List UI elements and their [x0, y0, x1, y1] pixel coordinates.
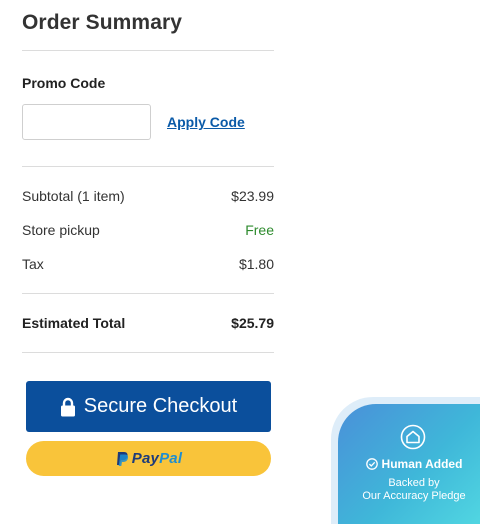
- check-circle-icon: [365, 458, 378, 470]
- store-pickup-label: Store pickup: [22, 222, 100, 238]
- badge-line-1: Backed by: [388, 477, 440, 489]
- divider: [22, 50, 274, 51]
- divider: [22, 166, 274, 167]
- lock-icon: [60, 397, 75, 416]
- badge-line-2: Our Accuracy Pledge: [362, 490, 466, 502]
- subtotal-label: Subtotal (1 item): [22, 188, 125, 204]
- apply-code-link[interactable]: Apply Code: [167, 114, 245, 130]
- house-icon: [400, 424, 426, 450]
- estimated-total-value: $25.79: [231, 315, 274, 331]
- divider: [22, 352, 274, 353]
- paypal-button[interactable]: PayPal: [26, 441, 271, 476]
- badge-title-row: Human Added: [338, 457, 480, 471]
- secure-checkout-button[interactable]: Secure Checkout: [26, 381, 271, 432]
- badge-title: Human Added: [381, 457, 463, 471]
- accuracy-pledge-badge[interactable]: Human Added Backed by Our Accuracy Pledg…: [338, 404, 480, 524]
- paypal-wordmark: PayPal: [132, 450, 182, 467]
- promo-code-input[interactable]: [22, 104, 151, 140]
- subtotal-value: $23.99: [231, 188, 274, 204]
- estimated-total-row: Estimated Total $25.79: [22, 313, 274, 333]
- promo-code-label: Promo Code: [22, 75, 106, 91]
- badge-subtitle: Backed by Our Accuracy Pledge: [338, 477, 480, 503]
- order-summary-title: Order Summary: [22, 11, 183, 34]
- estimated-total-label: Estimated Total: [22, 315, 126, 331]
- paypal-logo-icon: [116, 451, 128, 466]
- secure-checkout-label: Secure Checkout: [83, 395, 238, 417]
- tax-row: Tax $1.80: [22, 254, 274, 274]
- tax-label: Tax: [22, 256, 44, 272]
- store-pickup-value: Free: [245, 222, 274, 238]
- store-pickup-row: Store pickup Free: [22, 220, 274, 240]
- paypal-pal-text: Pal: [159, 450, 183, 467]
- tax-value: $1.80: [238, 256, 274, 272]
- divider: [22, 293, 274, 294]
- subtotal-row: Subtotal (1 item) $23.99: [22, 186, 274, 206]
- paypal-pay-text: Pay: [131, 450, 160, 467]
